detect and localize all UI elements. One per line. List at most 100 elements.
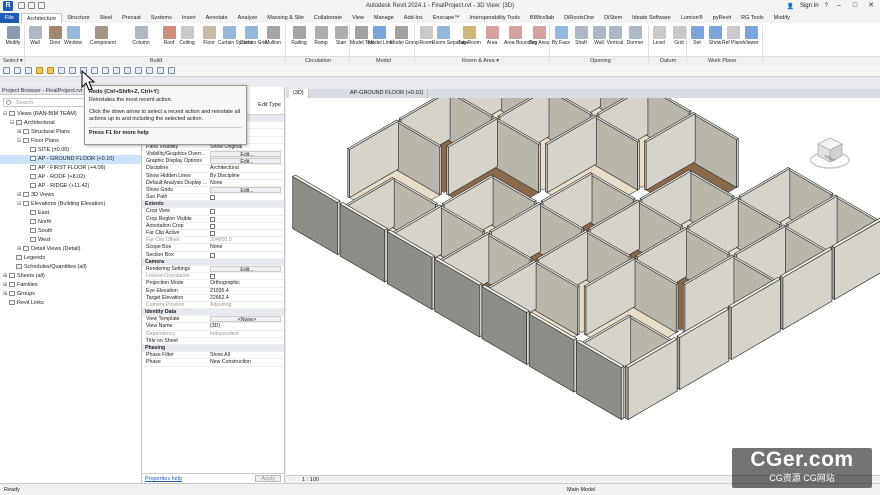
tab-view[interactable]: View <box>347 13 369 23</box>
close-button[interactable]: ✕ <box>866 2 876 10</box>
view-cube[interactable]: FRONT <box>808 128 852 172</box>
property-value[interactable]: None <box>207 244 284 250</box>
tab-rg-tools[interactable]: RG Tools <box>736 13 769 23</box>
property-edit-button[interactable]: Edit... <box>210 158 281 165</box>
property-group-extents[interactable]: Extents <box>142 201 284 209</box>
tool-dormer-button[interactable]: Dormer <box>624 26 646 47</box>
active-model-label[interactable]: Main Model <box>567 487 595 493</box>
view-tab-ap-ground-floor-0-10[interactable]: AP-GROUND FLOOR (+0.10) <box>346 89 429 98</box>
tool-area-button[interactable]: Area <box>481 26 503 47</box>
browser-node-south[interactable]: South <box>0 227 141 236</box>
property-checkbox[interactable] <box>210 231 215 236</box>
property-value[interactable]: 22662.4 <box>207 295 284 301</box>
property-value[interactable]: New Construction <box>207 359 284 365</box>
open-icon[interactable] <box>3 67 10 74</box>
property-edit-button[interactable]: Edit... <box>210 186 281 194</box>
tool-tag-room-button[interactable]: Tag Room <box>458 26 481 47</box>
panel-label-opening[interactable]: Opening <box>590 58 611 64</box>
tab-modify[interactable]: Modify <box>769 13 795 23</box>
property-checkbox[interactable] <box>210 216 215 222</box>
browser-node-ap-ground-floor-0-10[interactable]: AP - GROUND FLOOR (+0.10) <box>0 155 141 164</box>
panel-label-datum[interactable]: Datum <box>660 58 676 64</box>
property-checkbox[interactable] <box>210 252 215 258</box>
tab-systems[interactable]: Systems <box>146 13 177 23</box>
properties-help-link[interactable]: Properties help <box>145 476 182 482</box>
close-hidden-icon[interactable] <box>124 67 131 74</box>
property-value[interactable]: Orthographic <box>207 280 284 286</box>
tool-window-button[interactable]: Window <box>62 26 84 47</box>
tool-area-boundary-button[interactable]: Area Boundary <box>504 26 537 47</box>
panel-label-build[interactable]: Build <box>150 58 162 64</box>
dimension-icon[interactable] <box>69 67 76 74</box>
help-icon[interactable]: ? <box>825 3 828 9</box>
property-group-phasing[interactable]: Phasing <box>142 345 284 353</box>
tab-steel[interactable]: Steel <box>95 13 118 23</box>
browser-node-elevations-building-elevation[interactable]: ⊟ Elevations (Building Elevation) <box>0 200 141 209</box>
panel-label-select[interactable]: Select ▾ <box>3 58 23 64</box>
tool-room-separator-button[interactable]: Room Separator <box>432 26 469 47</box>
tab-collaborate[interactable]: Collaborate <box>309 13 347 23</box>
property-value[interactable]: 304800.0 <box>207 237 284 243</box>
property-value[interactable]: By Discipline <box>207 173 284 179</box>
switch-windows-icon[interactable] <box>135 67 142 74</box>
tab-pyrevit[interactable]: pyRevit <box>708 13 736 23</box>
tab-insert[interactable]: Insert <box>177 13 201 23</box>
tab-distem[interactable]: DiStem <box>599 13 627 23</box>
save-icon[interactable] <box>14 67 21 74</box>
tool-component-button[interactable]: Component <box>90 26 116 47</box>
panel-label-circulation[interactable]: Circulation <box>305 58 331 64</box>
undo-icon[interactable] <box>36 67 43 74</box>
property-value[interactable]: Architectural <box>207 165 284 171</box>
section-icon[interactable] <box>113 67 120 74</box>
property-checkbox[interactable] <box>210 274 215 280</box>
tool-curtain-system-button[interactable]: Curtain System <box>218 26 252 47</box>
panel-label-work-plane[interactable]: Work Plane <box>708 58 736 64</box>
user-icon[interactable]: 👤 <box>786 3 793 10</box>
property-value[interactable] <box>207 338 284 344</box>
tab-file[interactable]: File <box>0 13 19 23</box>
browser-node-revit-links[interactable]: Revit Links <box>0 299 141 308</box>
property-edit-button[interactable]: Edit... <box>210 265 281 273</box>
browser-node-detail-views-detail[interactable]: ⊞ Detail Views (Detail) <box>0 245 141 254</box>
tab-enscape[interactable]: Enscape™ <box>428 13 465 23</box>
property-value[interactable]: Show All <box>207 352 284 358</box>
tab-add-ins[interactable]: Add-Ins <box>399 13 428 23</box>
tool-ceiling-button[interactable]: Ceiling <box>176 26 198 47</box>
browser-node-ap-first-floor-4-06[interactable]: AP - FIRST FLOOR (+4.06) <box>0 164 141 173</box>
property-edit-button[interactable]: <None> <box>210 316 281 323</box>
property-checkbox[interactable] <box>210 209 215 215</box>
browser-node-schedules-quantities-all[interactable]: Schedules/Quantities (all) <box>0 263 141 272</box>
tool-modify-button[interactable]: Modify <box>2 26 24 47</box>
tab-precast[interactable]: Precast <box>117 13 146 23</box>
tool-vertical-button[interactable]: Vertical <box>604 26 626 47</box>
edit-type-button[interactable]: Edit Type <box>258 102 281 108</box>
property-group-camera[interactable]: Camera <box>142 258 284 266</box>
browser-node-ap-roof-8-02[interactable]: AP - ROOF (+8.02) <box>0 173 141 182</box>
panel-label-room-area[interactable]: Room & Area ▾ <box>462 58 499 64</box>
tool-floor-button[interactable]: Floor <box>198 26 220 47</box>
tool-tag-area-button[interactable]: Tag Area <box>528 26 550 47</box>
property-checkbox[interactable] <box>210 195 215 201</box>
browser-node-sheets-all[interactable]: ⊞ Sheets (all) <box>0 272 141 281</box>
apply-button[interactable]: Apply <box>255 475 281 482</box>
sign-in-link[interactable]: Sign In <box>800 3 819 9</box>
tab-ideate-software[interactable]: Ideate Software <box>627 13 676 23</box>
property-edit-button[interactable]: Edit... <box>210 150 281 158</box>
3d-view-icon[interactable] <box>102 67 109 74</box>
maximize-button[interactable]: □ <box>850 2 860 10</box>
minimize-button[interactable]: – <box>834 2 844 10</box>
sync-icon[interactable] <box>25 67 32 74</box>
tab-annotate[interactable]: Annotate <box>201 13 233 23</box>
tool-by-face-button[interactable]: By Face <box>550 26 572 47</box>
tool-ramp-button[interactable]: Ramp <box>310 26 332 47</box>
tab-structure[interactable]: Structure <box>62 13 94 23</box>
view-tab-3d[interactable]: {3D} <box>289 89 309 98</box>
browser-node-3d-views[interactable]: ⊞ 3D Views <box>0 191 141 200</box>
property-value[interactable]: 21935.4 <box>207 288 284 294</box>
modify-icon[interactable] <box>168 67 175 74</box>
tool-viewer-button[interactable]: Viewer <box>740 26 762 47</box>
tool-wall-button[interactable]: Wall <box>24 26 46 47</box>
tool-level-button[interactable]: Level <box>648 26 670 47</box>
browser-node-north[interactable]: North <box>0 218 141 227</box>
tab-dirootsone[interactable]: DiRootsOne <box>559 13 599 23</box>
